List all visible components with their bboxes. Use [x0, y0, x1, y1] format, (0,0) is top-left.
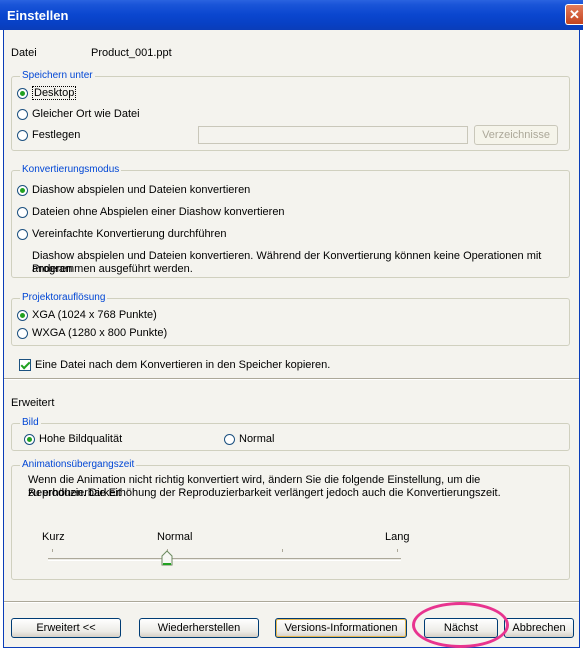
- image-quality-group: Bild Hohe Bildqualität Normal: [11, 417, 570, 451]
- slider-label-long: Lang: [385, 531, 410, 543]
- radio-convert-without-slideshow-indicator[interactable]: [17, 206, 28, 218]
- radio-same-location-label: Gleicher Ort wie Datei: [32, 108, 140, 120]
- version-info-button[interactable]: Versions-Informationen: [275, 618, 407, 638]
- copy-to-memory-checkbox[interactable]: Eine Datei nach dem Konvertieren in den …: [19, 359, 330, 371]
- animation-slider[interactable]: [48, 549, 401, 566]
- radio-simplified-conversion-indicator[interactable]: [17, 228, 28, 240]
- radio-slideshow-convert[interactable]: Diashow abspielen und Dateien konvertier…: [17, 184, 250, 196]
- slider-tick-short: [52, 549, 53, 552]
- radio-high-quality-indicator[interactable]: [24, 433, 35, 445]
- radio-high-quality[interactable]: Hohe Bildqualität: [24, 433, 122, 445]
- slider-thumb[interactable]: [161, 550, 173, 566]
- radio-specify-indicator[interactable]: [17, 129, 28, 141]
- radio-xga-label: XGA (1024 x 768 Punkte): [32, 309, 157, 321]
- radio-xga-indicator[interactable]: [17, 309, 28, 321]
- save-as-legend: Speichern unter: [20, 70, 95, 81]
- advanced-label: Erweitert: [11, 397, 55, 409]
- radio-convert-without-slideshow-label: Dateien ohne Abspielen einer Diashow kon…: [32, 206, 285, 218]
- radio-high-quality-label: Hohe Bildqualität: [39, 433, 123, 445]
- radio-specify-label: Festlegen: [32, 129, 81, 141]
- radio-normal-quality-indicator[interactable]: [224, 433, 235, 445]
- bottom-divider: [4, 601, 579, 603]
- radio-convert-without-slideshow[interactable]: Dateien ohne Abspielen einer Diashow kon…: [17, 206, 285, 218]
- radio-slideshow-convert-label: Diashow abspielen und Dateien konvertier…: [32, 184, 251, 196]
- copy-to-memory-checkbox-box[interactable]: [19, 359, 31, 371]
- conversion-description-2: Programmen ausgeführt werden.: [32, 263, 193, 275]
- radio-same-location-indicator[interactable]: [17, 108, 28, 120]
- radio-xga[interactable]: XGA (1024 x 768 Punkte): [17, 309, 157, 321]
- slider-tick-long: [397, 549, 398, 552]
- radio-wxga-label: WXGA (1280 x 800 Punkte): [32, 327, 168, 339]
- save-as-group: Speichern unter Desktop Gleicher Ort wie…: [11, 70, 570, 151]
- radio-normal-quality-label: Normal: [239, 433, 275, 445]
- slider-track: [48, 558, 401, 561]
- radio-simplified-conversion-label: Vereinfachte Konvertierung durchführen: [32, 228, 227, 240]
- radio-desktop[interactable]: Desktop: [17, 86, 77, 100]
- slider-label-short: Kurz: [42, 531, 65, 543]
- radio-same-location[interactable]: Gleicher Ort wie Datei: [17, 108, 140, 120]
- radio-desktop-label: Desktop: [32, 86, 77, 100]
- radio-wxga[interactable]: WXGA (1280 x 800 Punkte): [17, 327, 167, 339]
- radio-simplified-conversion[interactable]: Vereinfachte Konvertierung durchführen: [17, 228, 226, 240]
- folders-button[interactable]: Verzeichnisse: [474, 125, 558, 145]
- radio-slideshow-convert-indicator[interactable]: [17, 184, 28, 196]
- next-button-highlight: [412, 602, 509, 648]
- image-quality-legend: Bild: [20, 417, 41, 428]
- slider-tick-3: [282, 549, 283, 552]
- radio-wxga-indicator[interactable]: [17, 327, 28, 339]
- copy-to-memory-label: Eine Datei nach dem Konvertieren in den …: [35, 359, 331, 371]
- slider-label-normal: Normal: [157, 531, 193, 543]
- conversion-mode-group: Konvertierungsmodus Diashow abspielen un…: [11, 164, 570, 278]
- window-title: Einstellen: [7, 8, 69, 23]
- radio-desktop-indicator[interactable]: [17, 87, 28, 99]
- title-bar: Einstellen ✕: [0, 0, 583, 30]
- projector-resolution-legend: Projektorauflösung: [20, 292, 108, 303]
- animation-description-2: zu erhöhen. Die Erhöhung der Reproduzier…: [28, 487, 501, 499]
- animation-transition-legend: Animationsübergangszeit: [20, 459, 137, 470]
- file-name: Product_001.ppt: [91, 47, 172, 59]
- advanced-toggle-button[interactable]: Erweitert <<: [11, 618, 121, 638]
- file-label: Datei: [11, 47, 37, 59]
- radio-normal-quality[interactable]: Normal: [224, 433, 274, 445]
- folder-path-input[interactable]: [198, 126, 468, 144]
- divider: [4, 378, 579, 380]
- dialog-client: Datei Product_001.ppt Speichern unter De…: [3, 30, 580, 648]
- conversion-mode-legend: Konvertierungsmodus: [20, 164, 122, 175]
- projector-resolution-group: Projektorauflösung XGA (1024 x 768 Punkt…: [11, 292, 570, 346]
- radio-specify[interactable]: Festlegen: [17, 129, 80, 141]
- cancel-button[interactable]: Abbrechen: [504, 618, 574, 638]
- animation-transition-group: Animationsübergangszeit Wenn die Animati…: [11, 459, 570, 580]
- restore-button[interactable]: Wiederherstellen: [139, 618, 259, 638]
- close-icon[interactable]: ✕: [565, 4, 583, 25]
